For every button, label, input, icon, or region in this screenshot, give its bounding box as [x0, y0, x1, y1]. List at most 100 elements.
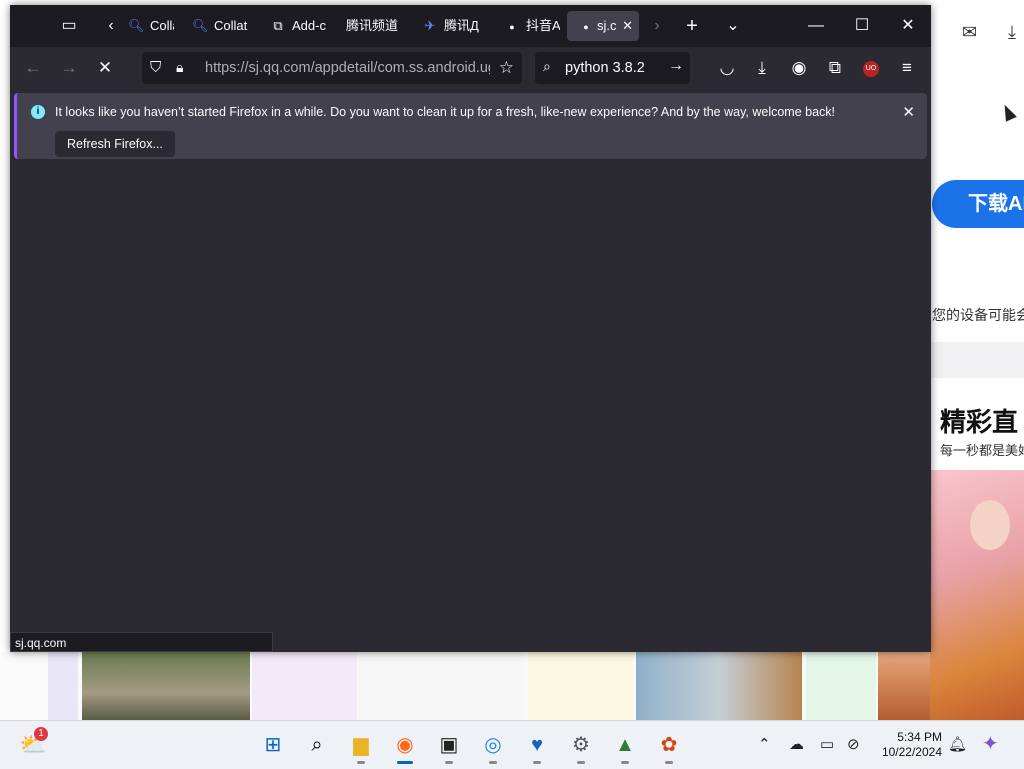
- tab-label: 腾讯频道: [346, 18, 399, 33]
- running-indicator: [445, 761, 453, 764]
- chrome-icon[interactable]: ◎: [478, 731, 508, 764]
- download-icon[interactable]: ⤓: [1008, 22, 1016, 43]
- search-icon: ⌕: [543, 58, 551, 74]
- hero-image[interactable]: [930, 470, 1024, 720]
- tab-label: sj.c: [597, 18, 617, 33]
- tab-list-icon[interactable]: ⌄: [720, 14, 746, 38]
- clock-time: 5:34 PM: [897, 730, 942, 744]
- thumbnail[interactable]: [528, 652, 633, 720]
- back-icon[interactable]: ←: [20, 56, 46, 80]
- tab-scroll-left-icon[interactable]: ‹: [98, 14, 124, 38]
- notification-badge: 1: [34, 727, 48, 741]
- tab-label: Add-c: [292, 18, 326, 33]
- thumbnail-strip: [0, 652, 930, 720]
- copilot-icon[interactable]: ✦: [982, 731, 999, 756]
- menu-icon[interactable]: ≡: [894, 56, 920, 80]
- url-text[interactable]: https://sj.qq.com/appdetail/com.ss.andro…: [205, 52, 490, 84]
- puzzle-icon: ⧉: [273, 18, 283, 33]
- background-band: [930, 342, 1024, 378]
- account-icon[interactable]: ◉: [786, 56, 812, 80]
- thumbnail[interactable]: [82, 652, 250, 720]
- url-bar[interactable]: ⛉ 🔒︎ https://sj.qq.com/appdetail/com.ss.…: [142, 52, 522, 84]
- running-indicator: [489, 761, 497, 764]
- tab-label: Collat: [214, 18, 248, 33]
- start-icon[interactable]: ⊞: [258, 731, 288, 759]
- tab-tencent-channel[interactable]: 腾讯频道: [346, 11, 406, 41]
- tab-scroll-right-icon[interactable]: ›: [644, 14, 670, 38]
- hero-face: [970, 500, 1010, 550]
- thumbnail[interactable]: [878, 652, 930, 720]
- running-indicator: [665, 761, 673, 764]
- settings-icon[interactable]: ⚙: [566, 731, 596, 764]
- section-subheading: 每一秒都是美好: [940, 443, 1024, 458]
- tab-bar: ▭ ‹ 🔍︎ Colla 🔍︎ Collat ⧉ Add-c 腾讯频道 ✈ 腾讯Д ● 抖…: [10, 5, 931, 47]
- lock-icon[interactable]: 🔒︎: [176, 59, 183, 76]
- firefox-icon[interactable]: ◉: [390, 731, 420, 764]
- notification-message: It looks like you haven’t started Firefo…: [55, 105, 836, 119]
- nav-bar: ← → ✕ ⛉ 🔒︎ https://sj.qq.com/appdetail/c…: [10, 47, 931, 89]
- dot-icon: ●: [509, 22, 515, 32]
- tab-tencent-app[interactable]: ✈ 腾讯Д: [422, 11, 486, 41]
- dot-icon: ●: [583, 22, 589, 32]
- file-explorer-icon[interactable]: ▆: [346, 731, 376, 764]
- close-notification-icon[interactable]: ✕: [902, 103, 915, 121]
- network-icon[interactable]: ⊘: [847, 735, 860, 753]
- search-text[interactable]: python 3.8.2: [565, 52, 645, 84]
- shield-icon[interactable]: ⛉: [150, 59, 161, 76]
- search-box[interactable]: ⌕ python 3.8.2 →: [535, 52, 690, 84]
- active-indicator: [397, 761, 413, 764]
- search-go-icon[interactable]: →: [668, 57, 684, 75]
- close-tab-icon[interactable]: ✕: [622, 11, 633, 41]
- thumbnail[interactable]: [358, 652, 524, 720]
- running-indicator: [357, 761, 365, 764]
- ublock-badge: UO: [863, 60, 879, 77]
- bell-icon[interactable]: 🔔︎: [948, 735, 967, 753]
- thumbnail[interactable]: [636, 652, 802, 720]
- forward-icon[interactable]: →: [56, 56, 82, 80]
- clock[interactable]: 5:34 PM 10/22/2024: [876, 730, 942, 760]
- health-icon[interactable]: ♥: [522, 731, 552, 764]
- thumbnail[interactable]: [48, 652, 78, 720]
- search-icon[interactable]: ⌕: [302, 731, 332, 759]
- downloads-icon[interactable]: ⤓: [749, 56, 775, 80]
- section-heading: 精彩直: [940, 407, 1019, 437]
- maximize-icon[interactable]: ☐: [842, 13, 882, 39]
- thumbnail[interactable]: [252, 652, 357, 720]
- clock-date: 10/22/2024: [881, 745, 942, 759]
- refresh-notification: i It looks like you haven’t started Fire…: [14, 93, 927, 159]
- chevron-up-icon[interactable]: ⌃: [758, 735, 771, 753]
- tab-collab-2[interactable]: 🔍︎ Collat: [192, 11, 254, 41]
- search-icon: 🔍︎: [128, 18, 145, 33]
- background-toolbar: ✉ ⤓: [930, 18, 1024, 48]
- app-icon[interactable]: ▲: [610, 731, 640, 764]
- taskbar: ⛅ 1 ⊞ ⌕ ▆ ◉ ▣ ◎ ♥ ⚙ ▲ ✿ ⌃ ☁ ▭ ⊘ 5:34 PM …: [0, 720, 1024, 769]
- tab-sjqq-active[interactable]: ● sj.c ✕: [567, 11, 639, 41]
- ublock-icon[interactable]: UO: [858, 56, 884, 80]
- app-icon: ✈: [424, 18, 436, 33]
- firefox-view-icon[interactable]: ▭: [56, 14, 82, 38]
- page-content: [10, 165, 931, 652]
- refresh-firefox-button[interactable]: Refresh Firefox...: [55, 131, 175, 157]
- minimize-icon[interactable]: —: [796, 13, 836, 39]
- download-app-button[interactable]: 下载AP: [932, 180, 1024, 228]
- pocket-icon[interactable]: ◡: [714, 56, 740, 80]
- mail-icon[interactable]: ✉: [962, 22, 977, 43]
- running-indicator: [621, 761, 629, 764]
- onedrive-icon[interactable]: ☁: [789, 735, 804, 753]
- extensions-icon[interactable]: ⧉: [822, 56, 848, 80]
- thumbnail[interactable]: [806, 652, 876, 720]
- terminal-icon[interactable]: ▣: [434, 731, 464, 764]
- photos-icon[interactable]: ✿: [654, 731, 684, 764]
- running-indicator: [533, 761, 541, 764]
- stop-icon[interactable]: ✕: [92, 56, 118, 80]
- weather-icon[interactable]: ⛅ 1: [18, 727, 48, 759]
- tab-douyin[interactable]: ● 抖音A: [504, 11, 560, 41]
- display-icon[interactable]: ▭: [820, 735, 834, 753]
- device-notice-text: 您的设备可能会: [932, 307, 1024, 323]
- new-tab-icon[interactable]: +: [679, 14, 705, 38]
- tab-addons[interactable]: ⧉ Add-c: [270, 11, 330, 41]
- close-window-icon[interactable]: ✕: [888, 13, 928, 39]
- tab-label: 腾讯Д: [444, 18, 479, 33]
- tab-collab-1[interactable]: 🔍︎ Colla: [128, 11, 174, 41]
- bookmark-star-icon[interactable]: ☆: [499, 58, 514, 78]
